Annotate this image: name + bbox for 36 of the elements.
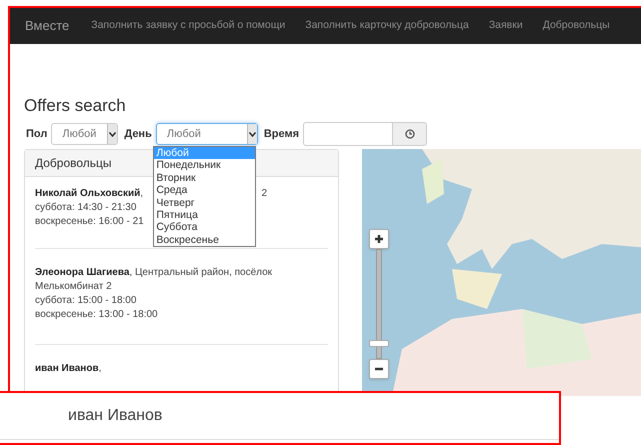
zoom-out-button[interactable] xyxy=(368,359,389,379)
detail-name: иван Иванов xyxy=(68,406,162,426)
filter-label: Время xyxy=(264,126,300,142)
volunteer-info: Николай Ольховский, xyxy=(35,187,144,201)
nav-link[interactable]: Заполнить заявку с просьбой о помощи xyxy=(91,18,286,34)
dropdown-option[interactable]: Среда xyxy=(154,184,256,197)
nav-link[interactable]: Заполнить карточку добровольца xyxy=(305,18,469,34)
schedule-line: суббота: 14:30 - 21:30 xyxy=(35,201,136,215)
schedule-line: воскресенье: 13:00 - 18:00 xyxy=(35,308,158,322)
zoom-thumb[interactable] xyxy=(368,340,389,347)
select-field[interactable]: Любой xyxy=(51,123,118,145)
filter-label: День xyxy=(124,126,152,142)
clock-icon xyxy=(404,129,415,139)
zoom-in-button[interactable] xyxy=(368,229,389,249)
caret-icon xyxy=(107,124,118,144)
plus-icon xyxy=(374,234,384,244)
dropdown-option[interactable]: Четверг xyxy=(154,196,256,210)
nav-link[interactable]: Добровольцы xyxy=(542,18,610,34)
volunteer-info: 2 xyxy=(261,187,267,201)
dropdown-option[interactable]: Пятница xyxy=(154,209,256,222)
brand-link[interactable]: Вместе xyxy=(25,16,70,36)
caret-icon xyxy=(246,124,257,144)
volunteer-info: иван Иванов, xyxy=(35,362,102,376)
page-heading: Offers search xyxy=(24,96,127,116)
zoom-slider[interactable] xyxy=(368,249,389,359)
schedule-line: воскресенье: 16:00 - 21 xyxy=(35,215,144,229)
dropdown-option[interactable]: Понедельник xyxy=(154,159,256,172)
dropdown-option[interactable]: Любой xyxy=(154,147,256,160)
dropdown-option[interactable]: Воскресенье xyxy=(154,234,256,246)
filter-label: Пол xyxy=(26,126,48,142)
time-field[interactable] xyxy=(303,122,394,146)
schedule-line: суббота: 15:00 - 18:00 xyxy=(35,294,136,308)
clock-button[interactable] xyxy=(393,122,428,146)
nav-link[interactable]: Заявки xyxy=(488,18,523,34)
select-field[interactable]: Любой xyxy=(156,123,258,145)
dropdown-option[interactable]: Суббота xyxy=(154,221,256,234)
